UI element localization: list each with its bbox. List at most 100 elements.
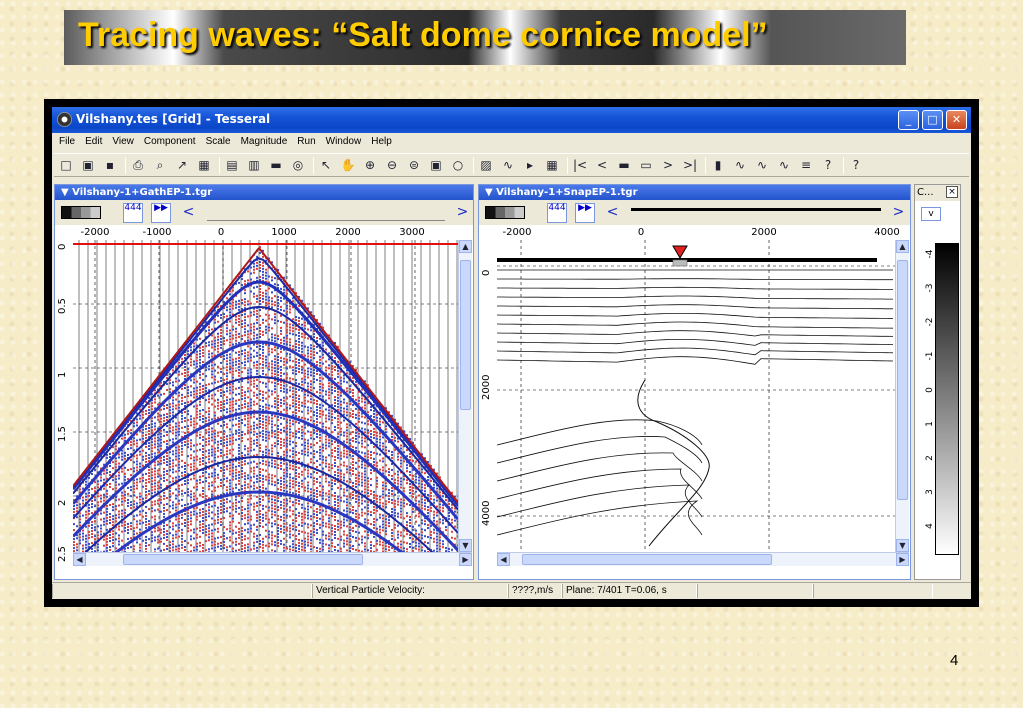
trace-sample [277,374,279,377]
layers-icon[interactable]: ▥ [246,157,262,173]
step-forward-button[interactable]: > [455,203,470,222]
trace-sample [136,487,138,490]
trace-sample [250,332,252,335]
trace-sample [229,314,231,317]
next-frame-icon[interactable]: > [660,157,676,173]
minimize-button[interactable]: _ [898,110,919,130]
trace-sample [295,343,297,346]
menu-run[interactable]: Run [292,134,320,149]
prev-frame-button[interactable]: 444 [123,203,143,223]
trace-sample [283,429,285,432]
camera-icon[interactable]: ▭ [638,157,654,173]
gather-panel-title[interactable]: ▼ Vilshany-1+GathEP-1.tgr [55,185,473,200]
trace-sample [124,451,126,454]
trace-sample [244,433,246,436]
menu-window[interactable]: Window [321,134,367,149]
step-back-button[interactable]: < [181,203,196,222]
trace-sample [160,495,162,498]
trace-sample [139,537,141,540]
menu-edit[interactable]: Edit [80,134,107,149]
ray-fan-icon[interactable]: ∿ [776,157,792,173]
palette-swatch[interactable] [61,206,101,219]
print-icon[interactable]: ⎙ [130,157,146,173]
trace-sample [262,513,264,516]
maximize-button[interactable]: □ [922,110,943,130]
ray-icon[interactable]: ∿ [732,157,748,173]
trace-sample [322,386,324,389]
trace-sample [112,488,114,491]
trace-sample [76,507,78,510]
marker-icon[interactable]: ▸ [522,157,538,173]
trace-sample [97,525,99,528]
curve-icon[interactable]: ∿ [500,157,516,173]
print-preview-icon[interactable]: ⌕ [152,157,168,173]
trace-sample [196,386,198,389]
lock-icon[interactable]: ○ [450,157,466,173]
trace-sample [253,334,255,337]
new-file-icon[interactable]: □ [58,157,74,173]
trace-sample [235,351,237,354]
first-frame-icon[interactable]: |< [572,157,588,173]
trace-sample [367,510,369,513]
menu-component[interactable]: Component [139,134,201,149]
zoom-extent-icon[interactable]: ▣ [428,157,444,173]
menu-help[interactable]: Help [366,134,397,149]
zoom-fit-icon[interactable]: ⊜ [406,157,422,173]
table-icon[interactable]: ▤ [224,157,240,173]
trace-sample [241,464,243,467]
trace-sample [301,341,303,344]
seismic-gather-plot[interactable] [73,240,458,552]
close-button[interactable]: ✕ [946,110,967,130]
wand-icon[interactable]: ↗ [174,157,190,173]
trace-sample [151,501,153,504]
trace-sample [343,440,345,443]
movie-icon[interactable]: ▬ [616,157,632,173]
device-icon[interactable]: ▬ [268,157,284,173]
trace-sample [316,537,318,540]
trace-sample [271,327,273,330]
properties-icon[interactable]: ▨ [478,157,494,173]
app-icon[interactable] [57,112,72,127]
ray-trace-icon[interactable]: ∿ [754,157,770,173]
zoom-out-icon[interactable]: ⊖ [384,157,400,173]
window-titlebar[interactable]: Vilshany.tes [Grid] - Tesseral _ □ ✕ [52,107,971,133]
trace-sample [292,450,294,453]
trace-sample [178,400,180,403]
menu-view[interactable]: View [107,134,139,149]
trace-sample [157,451,159,454]
chart-icon[interactable]: ▮ [710,157,726,173]
zoom-target-icon[interactable]: ◎ [290,157,306,173]
snapshot-icon[interactable]: ▦ [544,157,560,173]
trace-sample [226,465,228,468]
menu-scale[interactable]: Scale [201,134,236,149]
hand-icon[interactable]: ✋ [340,157,356,173]
menu-magnitude[interactable]: Magnitude [236,134,293,149]
slide-title-banner: Tracing waves: “Salt dome cornice model” [64,10,906,65]
trace-sample [160,537,162,540]
trace-sample [220,400,222,403]
trace-sample [319,517,321,520]
trace-sample [286,388,288,391]
trace-sample [100,533,102,536]
zoom-in-icon[interactable]: ⊕ [362,157,378,173]
grid-icon[interactable]: ▦ [196,157,212,173]
menu-file[interactable]: File [54,134,80,149]
trace-sample [139,498,141,501]
context-help-icon[interactable]: ? [848,157,864,173]
frame-slider[interactable] [207,204,445,221]
trace-sample [337,471,339,474]
prev-frame-icon[interactable]: < [594,157,610,173]
trace-sample [265,274,267,277]
trace-sample [193,531,195,534]
trace-sample [277,515,279,518]
trace-sample [286,343,288,346]
trace-sample [172,408,174,411]
ray-settings-icon[interactable]: ≡ [798,157,814,173]
open-folder-icon[interactable]: ▣ [80,157,96,173]
help-icon[interactable]: ? [820,157,836,173]
next-frame-button[interactable]: ▶▶ [151,203,171,223]
save-icon[interactable]: ▪ [102,157,118,173]
trace-sample [307,454,309,457]
pointer-icon[interactable]: ↖ [318,157,334,173]
last-frame-icon[interactable]: >| [682,157,698,173]
